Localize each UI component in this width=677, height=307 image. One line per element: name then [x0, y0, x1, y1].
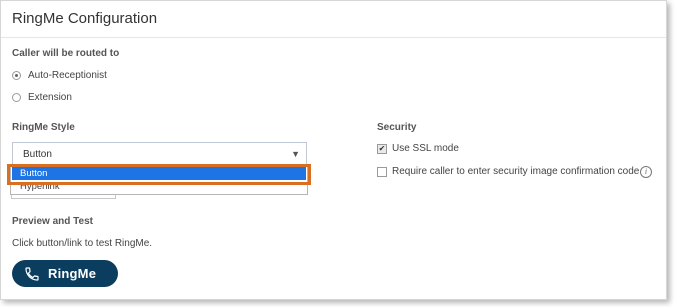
- radio-auto-receptionist[interactable]: [12, 71, 21, 80]
- preview-description: Click button/link to test RingMe.: [12, 238, 153, 249]
- style-select[interactable]: Button ▼: [12, 142, 307, 167]
- page-title: RingMe Configuration: [12, 10, 158, 27]
- security-heading: Security: [377, 122, 417, 133]
- style-select-value: Button: [23, 149, 52, 160]
- routing-heading: Caller will be routed to: [12, 48, 120, 59]
- dropdown-option-hyperlink[interactable]: Hyperlink: [12, 180, 306, 193]
- ringme-config-panel: RingMe Configuration Caller will be rout…: [0, 0, 667, 300]
- radio-extension-label[interactable]: Extension: [28, 92, 72, 103]
- checkbox-ssl[interactable]: ✔: [377, 144, 387, 154]
- radio-auto-receptionist-label[interactable]: Auto-Receptionist: [28, 70, 107, 81]
- info-icon[interactable]: i: [640, 166, 652, 178]
- ringme-button-label: RingMe: [48, 266, 97, 281]
- style-dropdown-list[interactable]: Button Hyperlink: [10, 165, 308, 195]
- chevron-down-icon[interactable]: ▼: [291, 149, 300, 159]
- phone-icon: [25, 266, 39, 281]
- dropdown-option-button[interactable]: Button: [12, 167, 306, 180]
- title-divider: [1, 37, 666, 38]
- checkbox-ssl-label[interactable]: Use SSL mode: [392, 143, 459, 154]
- radio-extension[interactable]: [12, 93, 21, 102]
- ringme-button[interactable]: RingMe: [12, 260, 118, 287]
- style-heading: RingMe Style: [12, 122, 75, 133]
- checkbox-security-image[interactable]: [377, 167, 387, 177]
- checkbox-security-image-label[interactable]: Require caller to enter security image c…: [392, 166, 639, 177]
- preview-heading: Preview and Test: [12, 216, 93, 227]
